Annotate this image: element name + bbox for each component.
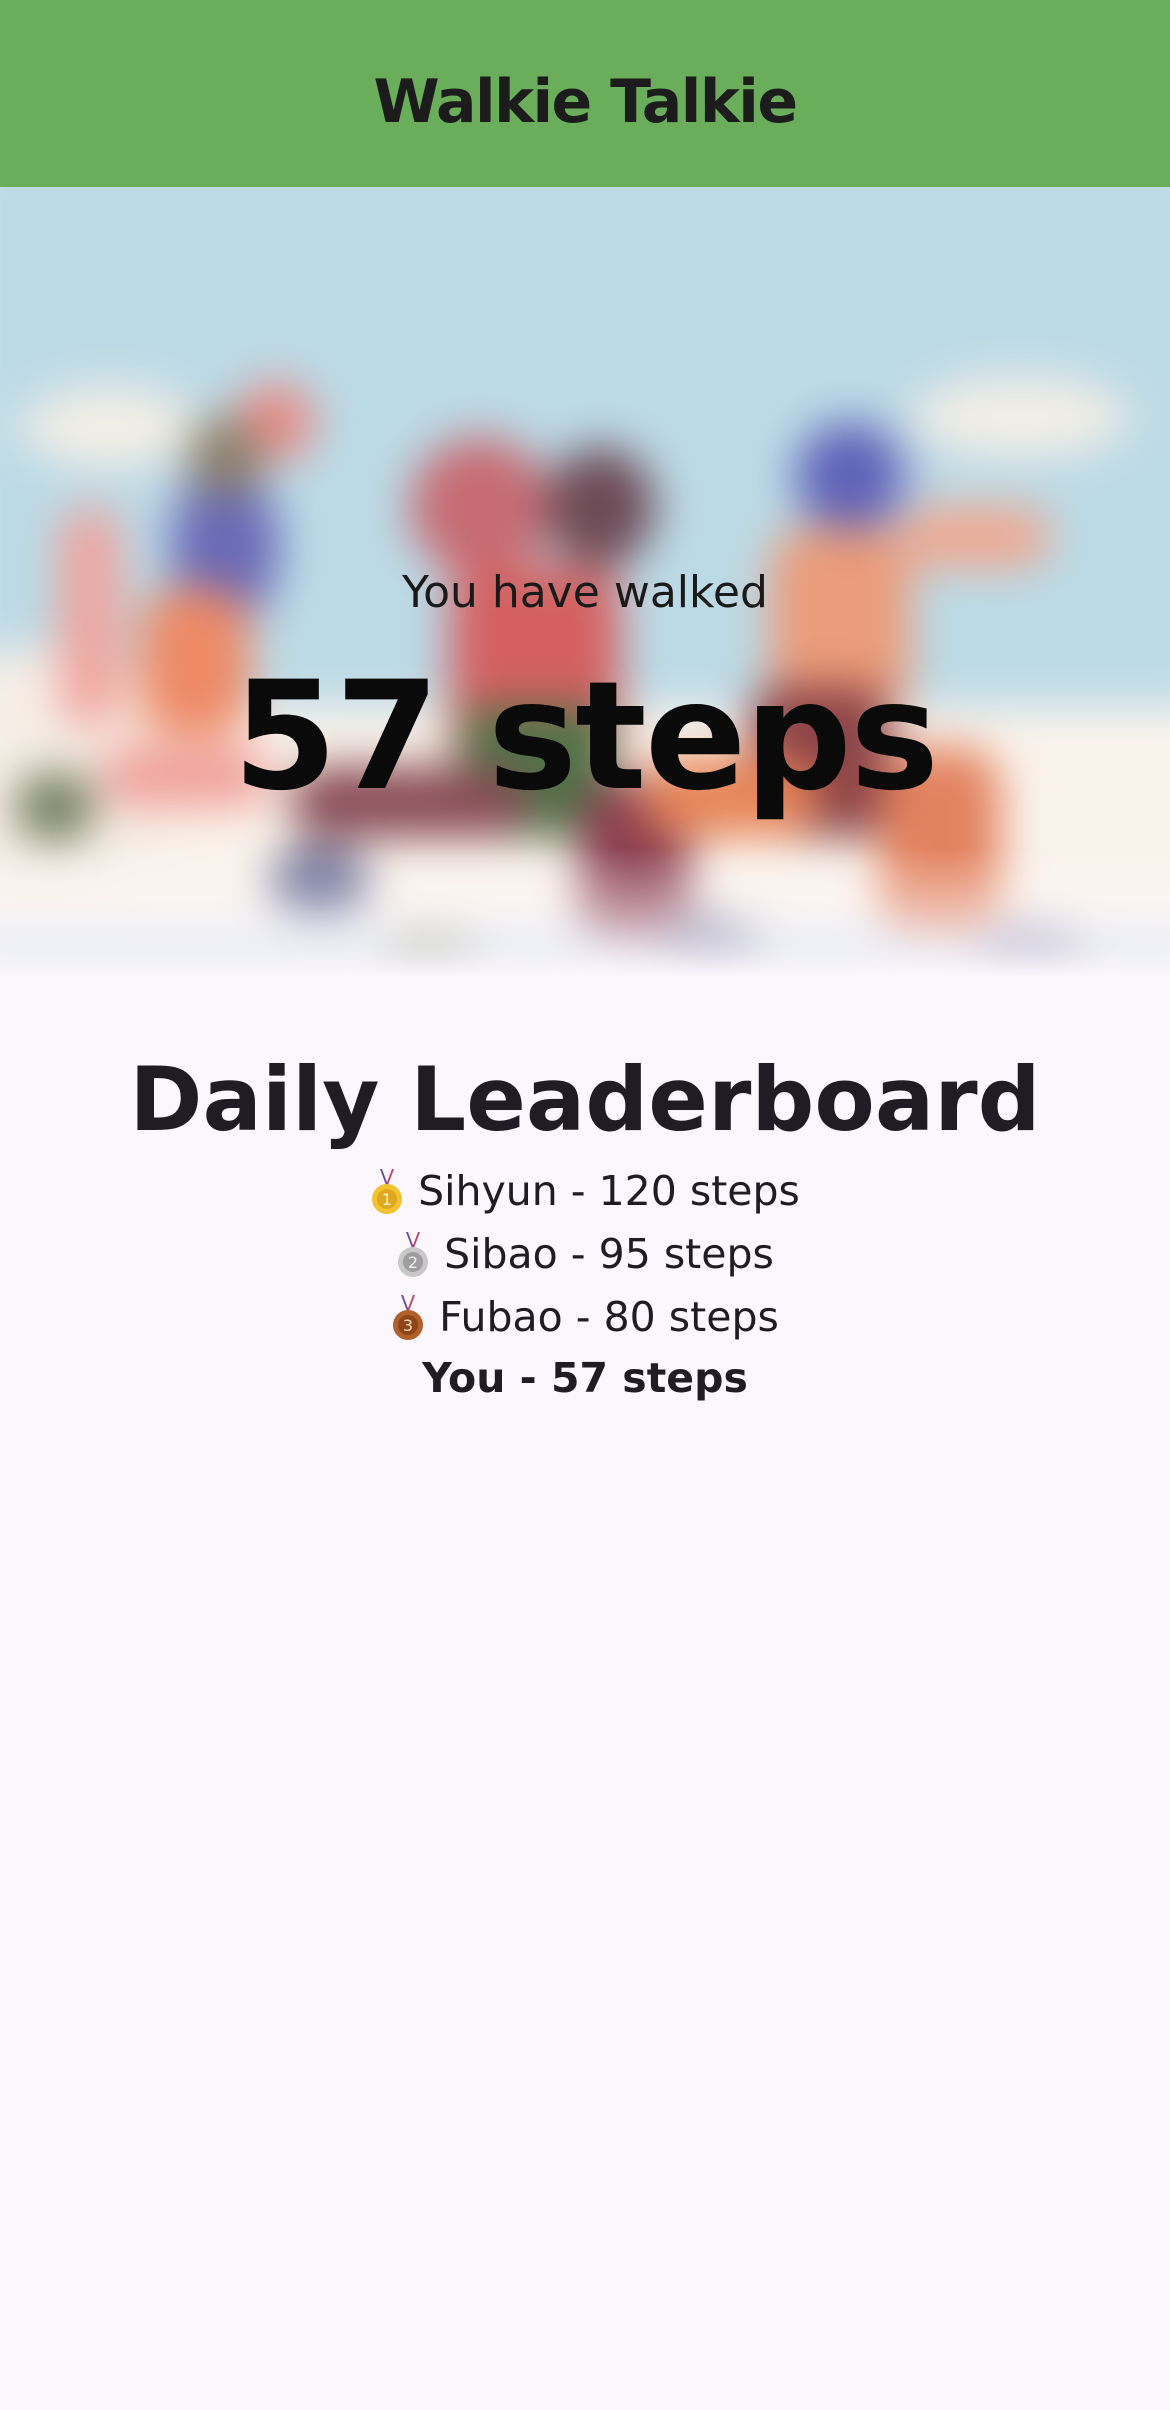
leaderboard-entry: 3 Fubao - 80 steps [0, 1286, 1170, 1349]
leaderboard-list: 1 Sihyun - 120 steps 2 Sibao - 95 steps [0, 1160, 1170, 1407]
silver-medal-icon: 2 [396, 1231, 430, 1278]
leaderboard-entry-you: You - 57 steps [0, 1349, 1170, 1407]
svg-text:2: 2 [408, 1253, 418, 1272]
svg-text:1: 1 [382, 1190, 392, 1209]
daily-leaderboard: Daily Leaderboard 1 Sihyun - 120 steps 2… [0, 1040, 1170, 1407]
leaderboard-entry-text: Sibao - 95 steps [444, 1230, 774, 1278]
steps-caption: You have walked [402, 567, 768, 618]
step-hero: You have walked 57 steps [0, 187, 1170, 977]
hero-fade [0, 847, 1170, 977]
step-count: 57 steps [232, 650, 939, 824]
app-bar: Walkie Talkie [0, 0, 1170, 187]
bronze-medal-icon: 3 [391, 1294, 425, 1341]
leaderboard-entry-text: Sihyun - 120 steps [418, 1167, 800, 1215]
leaderboard-entry-text: You - 57 steps [422, 1354, 748, 1402]
svg-text:3: 3 [403, 1316, 413, 1335]
leaderboard-entry: 1 Sihyun - 120 steps [0, 1160, 1170, 1223]
gold-medal-icon: 1 [370, 1168, 404, 1215]
leaderboard-entry: 2 Sibao - 95 steps [0, 1223, 1170, 1286]
app-title: Walkie Talkie [373, 66, 798, 137]
leaderboard-entry-text: Fubao - 80 steps [439, 1293, 779, 1341]
leaderboard-title: Daily Leaderboard [129, 1048, 1041, 1151]
